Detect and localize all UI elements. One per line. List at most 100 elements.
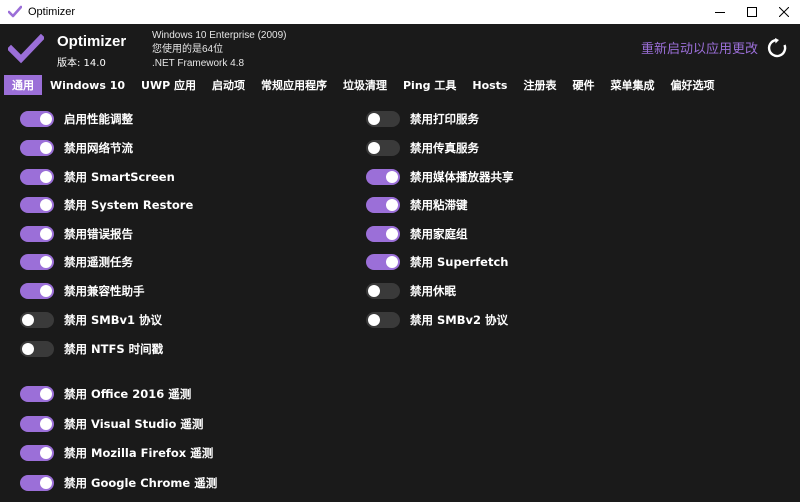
option-label: 禁用 Google Chrome 遥测 [64,476,218,490]
toggle-knob [22,343,34,355]
option-row[interactable]: 禁用错误报告 [20,224,133,244]
option-toggle-switch[interactable] [366,254,400,270]
maximize-icon [747,7,757,17]
toggle-knob [386,256,398,268]
option-row[interactable]: 禁用遥测任务 [20,252,133,272]
option-row[interactable]: 禁用 Mozilla Firefox 遥测 [20,443,213,463]
tab-cleanup[interactable]: 垃圾清理 [335,75,395,95]
option-row[interactable]: 禁用 Visual Studio 遥测 [20,414,203,434]
toggle-knob [40,113,52,125]
option-label: 禁用 Visual Studio 遥测 [64,417,204,431]
option-toggle-switch[interactable] [20,169,54,185]
toggle-knob [40,142,52,154]
option-toggle-switch[interactable] [366,169,400,185]
close-button[interactable] [768,0,800,24]
tab-bar: 通用 Windows 10 UWP 应用 启动项 常规应用程序 垃圾清理 Pin… [0,75,800,95]
option-label: 禁用粘滞键 [410,198,468,212]
toggle-knob [40,171,52,183]
toggle-knob [386,228,398,240]
restart-icon[interactable] [766,37,788,59]
option-row[interactable]: 禁用粘滞键 [366,195,468,215]
tab-windows10[interactable]: Windows 10 [42,75,133,95]
tab-hardware[interactable]: 硬件 [564,75,602,95]
general-options-panel: 启用性能调整 禁用网络节流禁用 SmartScreen 禁用 System Rest… [0,97,800,502]
option-row[interactable]: 禁用 SmartScreen [20,167,175,187]
option-row[interactable]: 禁用兼容性助手 [20,281,145,301]
option-row[interactable]: 禁用 SMBv1 协议 [20,310,162,330]
option-toggle-switch[interactable] [366,111,400,127]
toggle-knob [368,314,380,326]
option-row[interactable]: 禁用家庭组 [366,224,468,244]
option-label: 禁用 SmartScreen [64,170,175,184]
toggle-knob [40,228,52,240]
toggle-knob [368,142,380,154]
option-toggle-switch[interactable] [366,226,400,242]
option-toggle-switch[interactable] [20,140,54,156]
minimize-button[interactable] [704,0,736,24]
option-toggle-switch[interactable] [20,341,54,357]
option-row[interactable]: 禁用媒体播放器共享 [366,167,514,187]
restart-to-apply-link[interactable]: 重新启动以应用更改 [641,38,758,57]
option-label: 禁用兼容性助手 [64,284,145,298]
option-toggle-switch[interactable] [20,197,54,213]
toggle-knob [368,285,380,297]
minimize-icon [715,12,725,13]
option-label: 禁用休眠 [410,284,456,298]
option-toggle-switch[interactable] [20,111,54,127]
app-check-icon [8,5,22,19]
tab-common-apps[interactable]: 常规应用程序 [253,75,335,95]
option-toggle-switch[interactable] [366,312,400,328]
option-toggle-switch[interactable] [20,312,54,328]
option-label: 启用性能调整 [64,112,133,126]
option-toggle-switch[interactable] [20,475,54,491]
option-label: 禁用家庭组 [410,227,468,241]
option-toggle-switch[interactable] [20,416,54,432]
option-toggle-switch[interactable] [20,226,54,242]
option-label: 禁用 Superfetch [410,255,509,269]
toggle-knob [40,199,52,211]
option-row[interactable]: 禁用 NTFS 时间戳 [20,339,163,359]
system-info: Windows 10 Enterprise (2009) 您使用的是64位 .N… [152,29,287,71]
option-label: 禁用媒体播放器共享 [410,170,514,184]
option-toggle-switch[interactable] [366,283,400,299]
os-name: Windows 10 Enterprise (2009) [152,30,287,41]
option-toggle-switch[interactable] [20,254,54,270]
option-row[interactable]: 禁用 Google Chrome 遥测 [20,473,217,493]
option-toggle-switch[interactable] [366,197,400,213]
option-toggle-switch[interactable] [20,386,54,402]
toggle-knob [40,256,52,268]
tab-startup[interactable]: 启动项 [204,75,253,95]
close-icon [779,7,789,17]
option-row[interactable]: 禁用休眠 [366,281,456,301]
option-toggle-switch[interactable] [20,445,54,461]
tab-uwp-apps[interactable]: UWP 应用 [133,75,204,95]
option-label: 禁用网络节流 [64,141,133,155]
tab-registry[interactable]: 注册表 [515,75,564,95]
tab-general[interactable]: 通用 [4,75,42,95]
app-version: 版本: 14.0 [57,58,106,69]
tab-menu-integration[interactable]: 菜单集成 [602,75,662,95]
option-label: 禁用 System Restore [64,198,194,212]
maximize-button[interactable] [736,0,768,24]
checkmark-logo-icon [6,33,46,64]
option-row[interactable]: 禁用 Superfetch [366,252,508,272]
option-row[interactable]: 禁用 System Restore [20,195,193,215]
option-label: 禁用 SMBv2 协议 [410,313,508,327]
option-row[interactable]: 禁用 SMBv2 协议 [366,310,508,330]
toggle-knob [386,171,398,183]
toggle-knob [40,447,52,459]
option-toggle-switch[interactable] [366,140,400,156]
toggle-knob [22,314,34,326]
tab-preferences[interactable]: 偏好选项 [662,75,722,95]
option-row[interactable]: 禁用网络节流 [20,138,133,158]
option-row[interactable]: 禁用 Office 2016 遥测 [20,384,191,404]
option-label: 禁用错误报告 [64,227,133,241]
toggle-knob [368,113,380,125]
option-toggle-switch[interactable] [20,283,54,299]
option-row[interactable]: 启用性能调整 [20,109,133,129]
option-row[interactable]: 禁用打印服务 [366,109,479,129]
toggle-knob [40,418,52,430]
option-row[interactable]: 禁用传真服务 [366,138,479,158]
tab-hosts[interactable]: Hosts [464,75,515,95]
tab-ping-tool[interactable]: Ping 工具 [395,75,464,95]
